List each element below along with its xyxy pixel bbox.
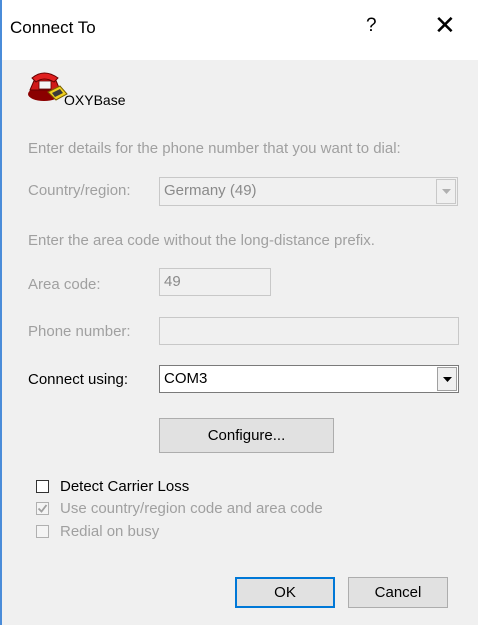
- detect-carrier-loss-checkbox[interactable]: [36, 480, 49, 493]
- connect-using-label: Connect using:: [28, 371, 129, 388]
- configure-button-label: Configure...: [207, 427, 286, 444]
- connect-using-dropdown[interactable]: COM3: [159, 365, 459, 393]
- title-bar: Connect To ? ✕: [2, 0, 478, 60]
- chevron-down-icon: [443, 377, 452, 382]
- country-region-dropdown: Germany (49): [159, 177, 458, 206]
- use-country-code-label: Use country/region code and area code: [60, 500, 323, 517]
- connect-using-value: COM3: [164, 370, 208, 387]
- connect-to-dialog: Connect To ? ✕ OXYBase Enter details for…: [0, 0, 478, 625]
- dialog-title: Connect To: [10, 18, 96, 37]
- country-dropdown-arrow: [436, 179, 456, 204]
- ok-button[interactable]: OK: [235, 577, 335, 608]
- connect-dropdown-arrow[interactable]: [437, 367, 457, 391]
- cancel-button-label: Cancel: [374, 584, 422, 601]
- use-country-code-checkbox: [36, 502, 49, 515]
- chevron-down-icon: [442, 189, 451, 194]
- cancel-button[interactable]: Cancel: [348, 577, 448, 608]
- configure-button[interactable]: Configure...: [159, 418, 334, 453]
- country-region-value: Germany (49): [164, 182, 257, 199]
- phone-number-label: Phone number:: [28, 323, 131, 340]
- close-button[interactable]: ✕: [434, 10, 456, 41]
- check-icon: [37, 504, 48, 513]
- phone-number-field: [159, 317, 459, 345]
- redial-on-busy-checkbox: [36, 525, 49, 538]
- telephone-icon: [26, 66, 68, 106]
- connection-name: OXYBase: [64, 92, 126, 108]
- ok-button-label: OK: [274, 584, 296, 601]
- area-code-field: 49: [159, 268, 271, 296]
- area-code-value: 49: [164, 273, 181, 290]
- detect-carrier-loss-label[interactable]: Detect Carrier Loss: [60, 478, 189, 495]
- redial-on-busy-label: Redial on busy: [60, 523, 160, 540]
- area-instructions: Enter the area code without the long-dis…: [28, 232, 375, 249]
- country-region-label: Country/region:: [28, 182, 131, 199]
- phone-instructions: Enter details for the phone number that …: [28, 140, 401, 157]
- area-code-label: Area code:: [28, 276, 101, 293]
- help-button[interactable]: ?: [366, 15, 377, 37]
